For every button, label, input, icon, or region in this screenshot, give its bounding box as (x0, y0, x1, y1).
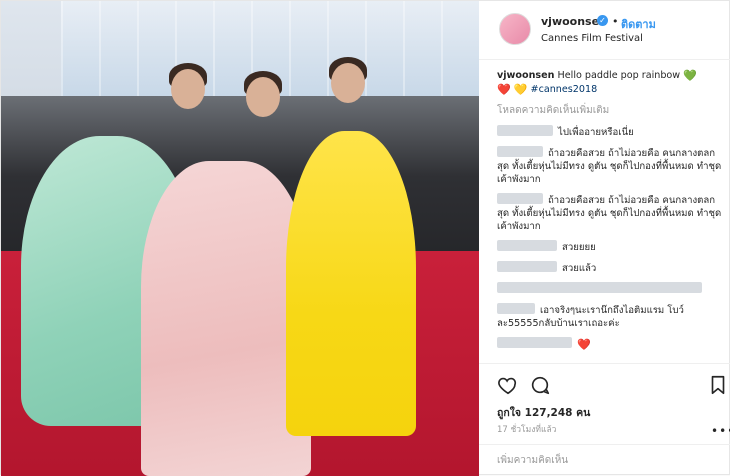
blurred-comment (497, 337, 572, 348)
comment-item: ❤️ (497, 337, 722, 351)
comment-item: ไปเพื่ออายหรือเนี่ย (497, 125, 722, 139)
blurred-username (497, 125, 553, 136)
comment-item: สวยยยย (497, 240, 722, 254)
blurred-username (497, 303, 535, 314)
blurred-username (497, 240, 557, 251)
hashtag-link[interactable]: #cannes2018 (531, 84, 598, 95)
heart-outline-icon[interactable] (497, 374, 519, 396)
follow-button[interactable]: ติดตาม (621, 15, 656, 33)
post-sidebar: vjwoonsen ✓ • ติดตาม Cannes Film Festiva… (479, 1, 730, 476)
blurred-username (497, 261, 557, 272)
bookmark-icon[interactable] (707, 374, 729, 396)
location-link[interactable]: Cannes Film Festival (541, 33, 643, 44)
red-heart-icon: ❤️ (577, 338, 591, 351)
blurred-username (497, 193, 543, 204)
post-timestamp: 17 ชั่วโมงที่แล้ว (497, 425, 557, 435)
add-comment-input[interactable] (495, 451, 719, 469)
face (171, 69, 205, 109)
yellow-dress (286, 131, 416, 436)
blurred-username (497, 146, 543, 157)
ellipsis-icon[interactable]: ••• (711, 424, 730, 438)
verified-icon: ✓ (597, 15, 608, 26)
caption: vjwoonsen Hello paddle pop rainbow 💚 ❤️ … (497, 69, 722, 97)
face (331, 63, 365, 103)
comments-list[interactable]: vjwoonsen Hello paddle pop rainbow 💚 ❤️ … (497, 69, 722, 361)
blurred-comment (497, 282, 702, 293)
comment-item (497, 282, 722, 296)
caption-username[interactable]: vjwoonsen (497, 70, 554, 81)
comment-text: ไปเพื่ออายหรือเนี่ย (558, 127, 634, 138)
load-more-comments-button[interactable]: โหลดความคิดเห็นเพิ่มเติม (497, 103, 722, 118)
comment-item: สวยแล้ว (497, 261, 722, 275)
post-photo[interactable] (1, 1, 479, 476)
likes-count[interactable]: ถูกใจ 127,248 คน (497, 404, 590, 421)
face (246, 77, 280, 117)
caption-text: Hello paddle pop rainbow (557, 70, 681, 81)
avatar[interactable] (499, 13, 531, 45)
post-header: vjwoonsen ✓ • ติดตาม Cannes Film Festiva… (479, 1, 730, 60)
add-comment-bar (479, 444, 730, 473)
post-actions: ถูกใจ 127,248 คน 17 ชั่วโมงที่แล้ว ••• (479, 363, 730, 472)
red-heart-icon: ❤️ (497, 83, 511, 96)
comment-icon[interactable] (529, 374, 551, 396)
instagram-post: vjwoonsen ✓ • ติดตาม Cannes Film Festiva… (0, 0, 730, 476)
comment-text: สวยแล้ว (562, 263, 597, 274)
comment-item: เอาจริงๆนะเราน๊กถึงไอติมแรม โบว์ละ55555ก… (497, 303, 722, 330)
comment-item: ถ้าอวยคือสวย ถ้าไม่อวยคือ คนกลางตลกสุด ท… (497, 146, 722, 186)
separator-dot: • (612, 15, 619, 28)
comment-text: สวยยยย (562, 242, 596, 253)
comment-item: ถ้าอวยคือสวย ถ้าไม่อวยคือ คนกลางตลกสุด ท… (497, 193, 722, 233)
green-heart-icon: 💚 (683, 69, 697, 82)
yellow-heart-icon: 💛 (513, 83, 528, 96)
